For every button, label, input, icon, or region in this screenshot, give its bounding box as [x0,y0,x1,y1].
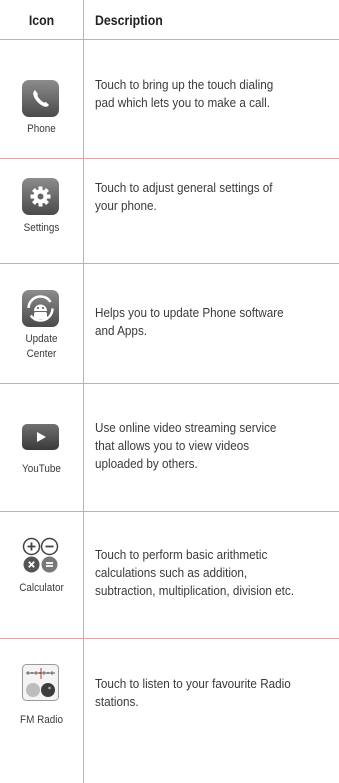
table-row: Phone Touch to bring up the touch dialin… [0,40,339,158]
header-description-label: Description [95,12,163,28]
icon-label: Update Center [4,332,79,362]
icon-label: Phone [27,123,56,135]
description-line: stations. [95,694,139,709]
description-line: Touch to bring up the touch dialing [95,77,274,92]
table-row: YouTube Use online video streaming servi… [0,384,339,511]
description-line: pad which lets you to make a call. [95,95,270,110]
description-line: Use online video streaming service [95,420,277,435]
youtube-icon [22,424,59,450]
icon-label-line: Center [26,348,57,360]
fm-radio-icon [22,664,59,701]
table-row: Calculator Touch to perform basic arithm… [0,512,339,638]
table-row: Update Center Helps you to update Phone … [0,264,339,383]
icon-label: FM Radio [20,714,63,726]
description-line: your phone. [95,198,157,213]
icon-label-line: Update [25,333,58,345]
icon-label: Settings [23,222,60,234]
phone-icon [22,80,59,117]
description-line: Touch to perform basic arithmetic [95,547,268,562]
description-text: Touch to perform basic arithmetic calcul… [95,546,311,600]
description-line: uploaded by others. [95,456,198,471]
description-line: Touch to listen to your favourite Radio [95,676,291,691]
table-row: FM Radio Touch to listen to your favouri… [0,639,339,783]
update-center-icon [22,290,59,327]
description-text: Helps you to update Phone software and A… [95,304,311,340]
header-icon-label: Icon [28,12,55,28]
icon-label: Calculator [19,582,64,594]
calculator-icon [22,537,59,574]
description-line: Helps you to update Phone software [95,305,284,320]
table-row: Settings Touch to adjust general setting… [0,159,339,263]
description-text: Touch to adjust general settings of your… [95,179,311,215]
gear-icon [22,178,59,215]
table-header: Icon Description [0,0,339,39]
description-line: that allows you to view videos [95,438,250,453]
description-text: Touch to bring up the touch dialing pad … [95,76,311,112]
description-line: and Apps. [95,323,148,338]
description-line: subtraction, multiplication, division et… [95,583,294,598]
icon-description-table: Icon Description Phone Touch to bring up… [0,0,339,783]
description-text: Use online video streaming service that … [95,419,311,473]
description-text: Touch to listen to your favourite Radio … [95,675,311,711]
description-line: calculations such as addition, [95,565,248,580]
description-line: Touch to adjust general settings of [95,180,273,195]
icon-label: YouTube [22,463,61,475]
